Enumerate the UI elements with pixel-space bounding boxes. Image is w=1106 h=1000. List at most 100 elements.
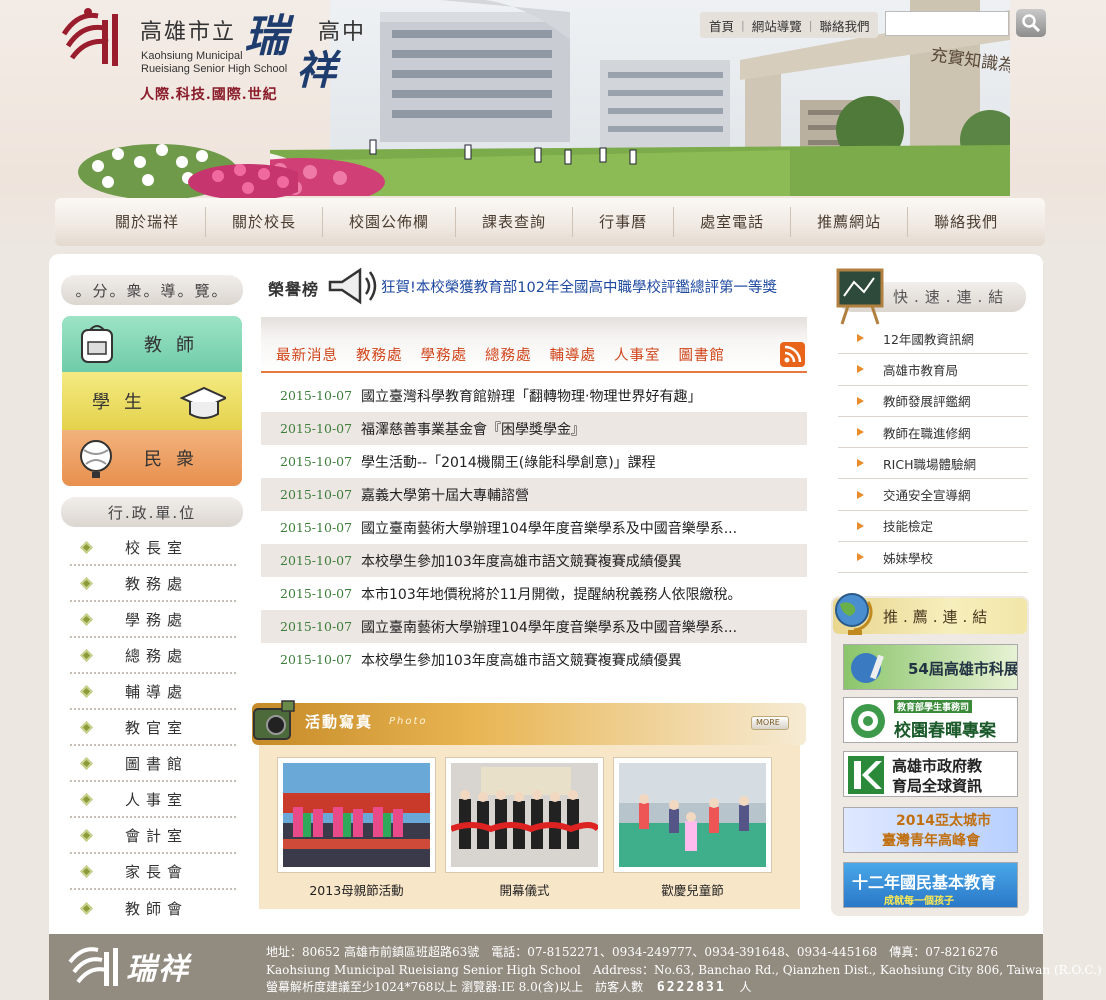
- top-link-contact[interactable]: 聯絡我們: [816, 16, 872, 35]
- admin-unit-label: 教務處: [125, 574, 189, 593]
- news-item[interactable]: 2015-10-07 學生活動--「2014機關王(綠能科學創意)」課程: [261, 445, 807, 478]
- nav-timetable[interactable]: 課表查詢: [456, 207, 574, 237]
- news-item[interactable]: 2015-10-07 本市103年地價稅將於11月開徵，提醒納稅義務人依限繳稅。: [261, 577, 807, 610]
- search-input[interactable]: [885, 11, 1009, 36]
- admin-unit-item[interactable]: 總務處: [70, 638, 236, 674]
- tab-library[interactable]: 圖書館: [679, 344, 726, 365]
- admin-unit-label: 家長會: [125, 862, 189, 881]
- arrow-right-icon: [857, 365, 864, 374]
- audience-public[interactable]: 民衆: [62, 430, 242, 486]
- tab-counseling[interactable]: 輔導處: [550, 344, 597, 365]
- audience-student[interactable]: 學生: [62, 372, 242, 430]
- news-title[interactable]: 國立臺南藝術大學辦理104學年度音樂學系及中國音樂學系...: [361, 518, 761, 538]
- audience-teacher[interactable]: 教師: [62, 316, 242, 372]
- camera-icon: [253, 700, 295, 740]
- arrow-right-icon: [857, 459, 864, 468]
- admin-unit-item[interactable]: 學務處: [70, 602, 236, 638]
- nav-contact[interactable]: 聯絡我們: [908, 207, 1024, 237]
- audience-teacher-label: 教師: [144, 335, 208, 356]
- tab-academic-affairs[interactable]: 教務處: [356, 344, 403, 365]
- nav-calendar[interactable]: 行事曆: [573, 207, 675, 237]
- admin-unit-item[interactable]: 教官室: [70, 710, 236, 746]
- news-title[interactable]: 國立臺灣科學教育館辦理「翻轉物理‧物理世界好有趣」: [361, 386, 761, 406]
- banner-label: 十二年國民基本教育: [852, 873, 997, 892]
- admin-unit-item[interactable]: 校長室: [70, 530, 236, 566]
- activity-photo-2[interactable]: [445, 757, 604, 873]
- quick-link-item[interactable]: 教師發展評鑑網: [838, 386, 1028, 417]
- quick-link-item[interactable]: 12年國教資訊網: [838, 323, 1028, 355]
- news-tabs: 最新消息 教務處 學務處 總務處 輔導處 人事室 圖書館: [276, 344, 725, 365]
- admin-unit-item[interactable]: 家長會: [70, 854, 236, 890]
- banner-spring-project[interactable]: 教育部學生事務司 校園春暉專案: [843, 697, 1018, 743]
- school-name-english: Kaohsiung Municipal Rueisiang Senior Hig…: [141, 50, 287, 76]
- nav-recommended-sites[interactable]: 推薦網站: [791, 207, 909, 237]
- more-button[interactable]: MORE: [751, 716, 789, 730]
- photo-caption[interactable]: 歡慶兒童節: [613, 880, 772, 899]
- banner-kaohsiung-education[interactable]: 高雄市政府教 育局全球資訊: [843, 751, 1018, 797]
- admin-unit-item[interactable]: 教師會: [70, 890, 236, 926]
- news-item[interactable]: 2015-10-07 嘉義大學第十屆大專輔諮營: [261, 478, 807, 511]
- admin-unit-item[interactable]: 輔導處: [70, 674, 236, 710]
- visitor-unit: 人: [739, 980, 752, 994]
- nav-about-school[interactable]: 關於瑞祥: [89, 207, 207, 237]
- tab-student-affairs[interactable]: 學務處: [421, 344, 468, 365]
- top-link-sitemap[interactable]: 網站導覽: [749, 16, 805, 35]
- admin-unit-item[interactable]: 會計室: [70, 818, 236, 854]
- tab-general-affairs[interactable]: 總務處: [485, 344, 532, 365]
- news-item[interactable]: 2015-10-07 國立臺南藝術大學辦理104學年度音樂學系及中國音樂學系...: [261, 511, 807, 544]
- nav-phone[interactable]: 處室電話: [674, 207, 792, 237]
- separator: |: [741, 18, 745, 32]
- globe-icon: [80, 440, 112, 478]
- tab-personnel[interactable]: 人事室: [614, 344, 661, 365]
- news-item[interactable]: 2015-10-07 本校學生參加103年度高雄市語文競賽複賽成績優異: [261, 643, 807, 676]
- banner-youth-summit[interactable]: 2014亞太城市 臺灣青年高峰會: [843, 807, 1018, 853]
- activity-photo-3[interactable]: [613, 757, 772, 873]
- photo-caption[interactable]: 2013母親節活動: [277, 880, 436, 899]
- search-button[interactable]: [1016, 9, 1046, 37]
- news-title[interactable]: 學生活動--「2014機關王(綠能科學創意)」課程: [361, 452, 761, 472]
- banner-science-fair[interactable]: 54屆高雄市科展: [843, 644, 1018, 690]
- news-item[interactable]: 2015-10-07 福澤慈善事業基金會『困學獎學金』: [261, 412, 807, 445]
- news-title[interactable]: 嘉義大學第十屆大專輔諮營: [361, 485, 761, 505]
- school-motto: 人際.科技.國際.世紀: [140, 87, 278, 103]
- rss-button[interactable]: [780, 342, 805, 367]
- recommended-links-title: 推.薦.連.結: [883, 608, 993, 626]
- footer-address-line: 地址：80652 高雄市前鎮區班超路63號 電話：07-8152271、0934…: [266, 945, 999, 959]
- banner-label: 54屆高雄市科展: [908, 660, 1018, 678]
- news-title[interactable]: 國立臺南藝術大學辦理104學年度音樂學系及中國音樂學系...: [361, 617, 761, 637]
- bullet-icon: [80, 828, 93, 842]
- mothers-day-photo: [283, 763, 430, 867]
- quick-link-item[interactable]: 交通安全宣導網: [838, 479, 1028, 511]
- nav-about-principal[interactable]: 關於校長: [206, 207, 324, 237]
- photo-caption[interactable]: 開幕儀式: [445, 880, 604, 899]
- main-nav: 關於瑞祥 關於校長 校園公佈欄 課表查詢 行事曆 處室電話 推薦網站 聯絡我們: [55, 198, 1045, 246]
- quick-link-item[interactable]: 教師在職進修網: [838, 417, 1028, 449]
- bullet-icon: [80, 612, 93, 626]
- news-title[interactable]: 福澤慈善事業基金會『困學獎學金』: [361, 419, 761, 439]
- news-item[interactable]: 2015-10-07 國立臺灣科學教育館辦理「翻轉物理‧物理世界好有趣」: [261, 379, 807, 412]
- quick-link-label: 交通安全宣導網: [883, 488, 971, 504]
- banner-12-year-education[interactable]: 十二年國民基本教育 成就每一個孩子: [843, 862, 1018, 908]
- top-link-home[interactable]: 首頁: [706, 16, 737, 35]
- admin-unit-item[interactable]: 圖書館: [70, 746, 236, 782]
- news-title[interactable]: 本校學生參加103年度高雄市語文競賽複賽成績優異: [361, 650, 761, 670]
- news-title[interactable]: 本校學生參加103年度高雄市語文競賽複賽成績優異: [361, 551, 761, 571]
- nav-bulletin[interactable]: 校園公佈欄: [323, 207, 457, 237]
- top-links-bar: 首頁 | 網站導覽 | 聯絡我們: [700, 12, 879, 38]
- banner-label-2: 育局全球資訊: [892, 777, 983, 795]
- news-date: 2015-10-07: [280, 619, 353, 634]
- honor-roll-marquee[interactable]: 狂賀!本校榮獲教育部102年全國高中職學校評鑑總評第一等獎: [381, 276, 777, 297]
- admin-unit-item[interactable]: 人事室: [70, 782, 236, 818]
- arrow-right-icon: [857, 553, 864, 562]
- quick-link-item[interactable]: 高雄市教育局: [838, 354, 1028, 386]
- tab-latest-news[interactable]: 最新消息: [276, 344, 338, 365]
- news-date: 2015-10-07: [280, 487, 353, 502]
- activity-photo-1[interactable]: [277, 757, 436, 873]
- quick-link-item[interactable]: RICH職場體驗網: [838, 448, 1028, 480]
- news-title[interactable]: 本市103年地價稅將於11月開徵，提醒納稅義務人依限繳稅。: [361, 584, 761, 604]
- news-item[interactable]: 2015-10-07 國立臺南藝術大學辦理104學年度音樂學系及中國音樂學系...: [261, 610, 807, 643]
- news-item[interactable]: 2015-10-07 本校學生參加103年度高雄市語文競賽複賽成績優異: [261, 544, 807, 577]
- admin-unit-item[interactable]: 教務處: [70, 566, 236, 602]
- quick-link-item[interactable]: 姊妹學校: [838, 542, 1028, 574]
- quick-link-item[interactable]: 技能檢定: [838, 511, 1028, 543]
